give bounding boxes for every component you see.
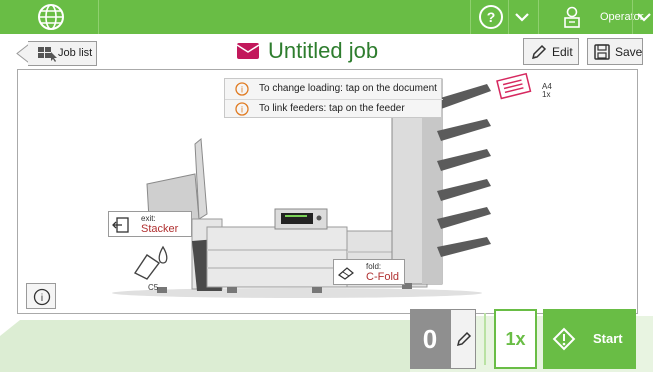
- start-icon: [552, 327, 576, 351]
- tip-text: To change loading: tap on the document: [259, 83, 437, 94]
- info-icon: i: [33, 288, 51, 306]
- fold-icon: [338, 267, 354, 280]
- save-icon: [594, 44, 610, 60]
- edit-label: Edit: [552, 45, 573, 59]
- pencil-icon: [531, 44, 547, 60]
- envelope-icon: [236, 43, 260, 59]
- svg-text:i: i: [241, 105, 243, 115]
- counter-edit-button[interactable]: [450, 309, 476, 369]
- page-title: Untitled job: [268, 38, 379, 63]
- pencil-icon: [456, 331, 472, 347]
- tip-row: i To change loading: tap on the document: [225, 79, 443, 99]
- start-label: Start: [593, 331, 623, 346]
- top-divider: [470, 0, 471, 34]
- help-icon[interactable]: ?: [478, 4, 504, 30]
- svg-text:i: i: [41, 293, 43, 304]
- exit-value: Stacker: [141, 223, 179, 235]
- top-divider: [538, 0, 539, 34]
- top-divider: [508, 0, 509, 34]
- save-label: Save: [615, 45, 643, 59]
- job-list-icon: [38, 47, 57, 62]
- fold-value: C-Fold: [366, 271, 400, 283]
- exit-stacker-label[interactable]: exit: Stacker: [108, 211, 192, 237]
- svg-text:i: i: [241, 85, 243, 95]
- fold-label[interactable]: fold: C-Fold: [333, 259, 405, 285]
- info-icon: i: [235, 102, 249, 116]
- user-menu-chevron-down-icon[interactable]: [635, 8, 653, 26]
- job-list-label: Job list: [58, 47, 93, 59]
- info-icon: i: [235, 82, 249, 96]
- tips-panel: i To change loading: tap on the document…: [224, 78, 443, 119]
- page-title-group: Untitled job: [236, 36, 378, 66]
- top-divider: [632, 0, 633, 34]
- quantity-button[interactable]: 1x: [494, 309, 537, 369]
- info-button[interactable]: i: [26, 283, 56, 309]
- tip-text: To link feeders: tap on the feeder: [259, 103, 405, 114]
- fold-caption: fold:: [366, 262, 382, 271]
- svg-text:?: ?: [487, 9, 496, 25]
- edit-button[interactable]: Edit: [523, 38, 579, 65]
- document-count-label: 1x: [542, 90, 551, 99]
- exit-icon: [112, 217, 129, 233]
- counter-value: 0: [410, 309, 450, 369]
- save-button[interactable]: Save: [587, 38, 643, 65]
- tip-row: i To link feeders: tap on the feeder: [225, 99, 443, 119]
- bottom-divider: [484, 313, 486, 365]
- exit-caption: exit:: [141, 214, 156, 223]
- top-divider: [98, 0, 99, 34]
- envelope-size-label: C5: [148, 283, 159, 292]
- user-icon[interactable]: [562, 6, 582, 28]
- globe-logo-icon[interactable]: [38, 4, 64, 30]
- help-menu-chevron-down-icon[interactable]: [513, 8, 531, 26]
